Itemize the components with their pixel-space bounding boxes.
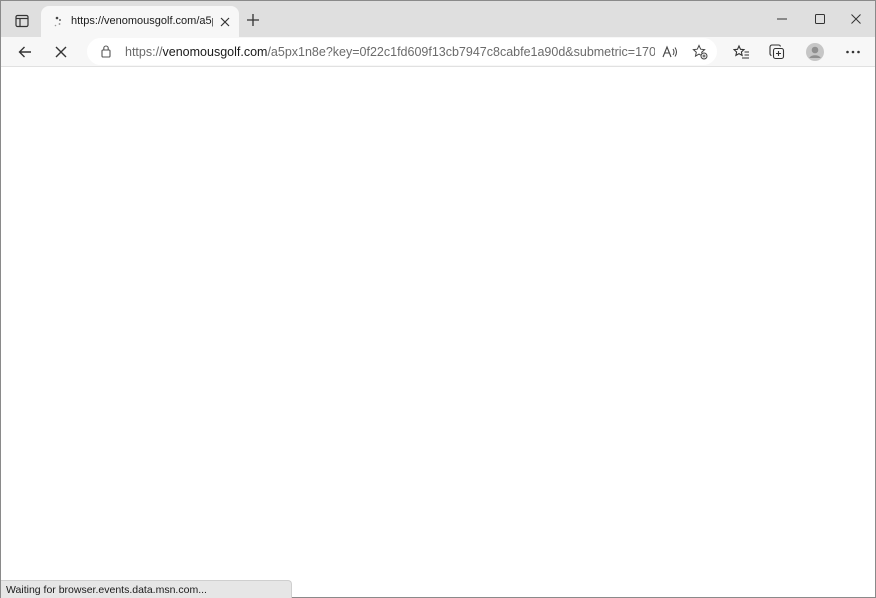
browser-toolbar: https://venomousgolf.com/a5px1n8e?key=0f…: [1, 37, 875, 67]
profile-button[interactable]: [801, 39, 829, 65]
read-aloud-icon: [662, 45, 677, 58]
new-tab-button[interactable]: [243, 10, 263, 30]
stop-button[interactable]: [47, 39, 75, 65]
close-window-button[interactable]: [837, 1, 875, 37]
plus-icon: [247, 14, 259, 26]
collections-button[interactable]: [763, 39, 791, 65]
url-host: venomousgolf.com: [162, 45, 268, 59]
more-button[interactable]: [839, 39, 867, 65]
tab-actions-icon: [15, 14, 29, 28]
collections-icon: [769, 44, 785, 60]
loading-spinner-icon: [49, 14, 65, 30]
tab-close-button[interactable]: [217, 14, 233, 30]
back-button[interactable]: [11, 39, 39, 65]
url-scheme: https://: [125, 45, 163, 59]
favorites-icon: [732, 44, 749, 59]
close-icon: [851, 14, 861, 24]
status-bar: Waiting for browser.events.data.msn.com.…: [1, 580, 292, 598]
stop-icon: [55, 46, 67, 58]
url-path: /a5px1n8e?key=0f22c1fd609f13cb7947c8cabf…: [267, 45, 655, 59]
active-tab[interactable]: https://venomousgolf.com/a5px1n8e?key=0f…: [41, 6, 239, 37]
lock-icon[interactable]: [99, 44, 113, 58]
star-add-icon: [692, 44, 708, 60]
tab-actions-button[interactable]: [9, 8, 35, 34]
profile-icon: [806, 43, 824, 61]
minimize-icon: [777, 18, 787, 20]
browser-window: https://venomousgolf.com/a5px1n8e?key=0f…: [0, 0, 876, 598]
minimize-button[interactable]: [763, 1, 801, 37]
arrow-left-icon: [18, 46, 31, 58]
tab-strip: https://venomousgolf.com/a5px1n8e?key=0f…: [1, 1, 875, 37]
favorites-button[interactable]: [727, 39, 755, 65]
read-aloud-button[interactable]: [659, 42, 681, 62]
maximize-icon: [815, 14, 825, 24]
maximize-button[interactable]: [801, 1, 839, 37]
add-favorite-button[interactable]: [689, 42, 711, 62]
page-content: [1, 68, 875, 597]
address-bar[interactable]: https://venomousgolf.com/a5px1n8e?key=0f…: [87, 38, 717, 65]
more-icon: [846, 50, 860, 54]
tab-title: https://venomousgolf.com/a5px1n8e?key=0f…: [71, 15, 213, 27]
url-text[interactable]: https://venomousgolf.com/a5px1n8e?key=0f…: [125, 45, 655, 59]
close-icon: [220, 17, 230, 27]
